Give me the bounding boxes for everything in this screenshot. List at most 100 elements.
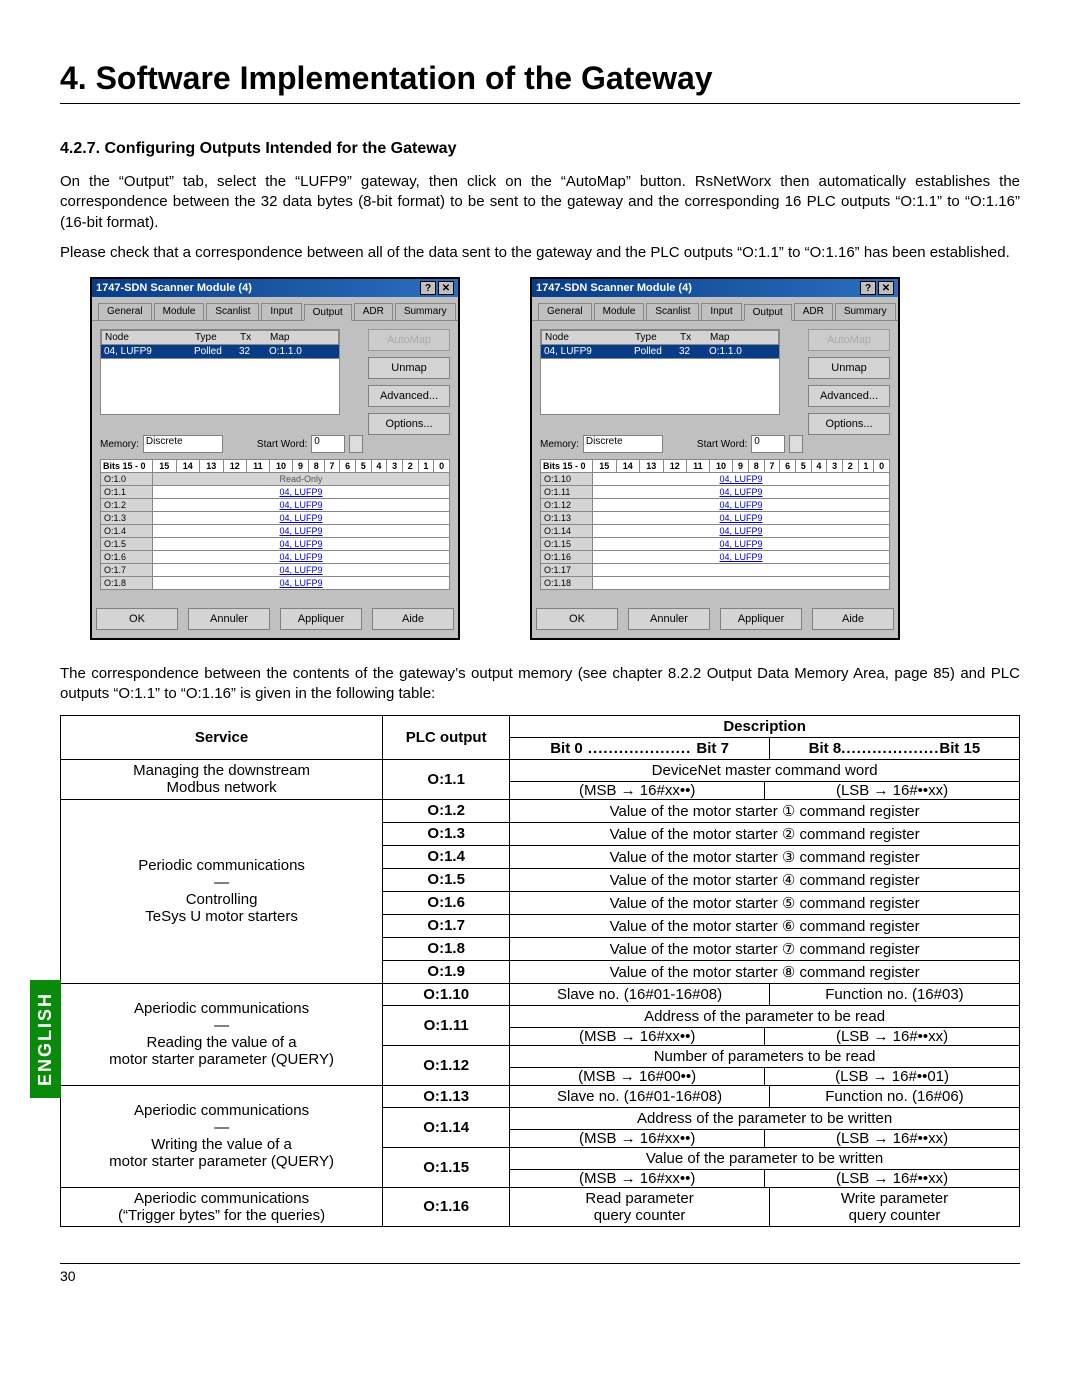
- device-row[interactable]: 04, LUFP9Polled32O:1.1.0: [101, 345, 339, 359]
- desc-cell: Value of the motor starter ⑧ command reg…: [510, 960, 1020, 983]
- mem-addr: O:1.1: [101, 486, 153, 499]
- desc-cell: Value of the motor starter ④ command reg…: [510, 868, 1020, 891]
- mem-value: 04, LUFP9: [593, 473, 890, 486]
- options-button[interactable]: Options...: [368, 413, 450, 435]
- plc-cell: O:1.6: [383, 891, 510, 914]
- tab-scanlist[interactable]: Scanlist: [206, 303, 259, 320]
- tab-adr[interactable]: ADR: [354, 303, 393, 320]
- mem-value: 04, LUFP9: [593, 486, 890, 499]
- apply-button[interactable]: Appliquer: [280, 608, 362, 630]
- service-cell: Managing the downstreamModbus network: [61, 759, 383, 799]
- startword-input[interactable]: 0: [751, 435, 785, 453]
- tabs-bar: GeneralModuleScanlistInputOutputADRSumma…: [92, 297, 458, 321]
- mem-addr: O:1.13: [541, 512, 593, 525]
- plc-cell: O:1.2: [383, 799, 510, 822]
- tab-general[interactable]: General: [538, 303, 592, 320]
- memory-select[interactable]: Discrete: [583, 435, 663, 453]
- dialogs-row: 1747-SDN Scanner Module (4) ? ✕ GeneralM…: [90, 277, 1020, 640]
- mem-value: Read-Only: [153, 473, 450, 486]
- advanced-button[interactable]: Advanced...: [808, 385, 890, 407]
- mem-value: 04, LUFP9: [153, 486, 450, 499]
- tab-summary[interactable]: Summary: [395, 303, 456, 320]
- memory-select[interactable]: Discrete: [143, 435, 223, 453]
- mem-value: [593, 564, 890, 577]
- service-cell: Aperiodic communications—Reading the val…: [61, 983, 383, 1085]
- mem-value: 04, LUFP9: [593, 499, 890, 512]
- unmap-button[interactable]: Unmap: [808, 357, 890, 379]
- advanced-button[interactable]: Advanced...: [368, 385, 450, 407]
- options-button[interactable]: Options...: [808, 413, 890, 435]
- device-list[interactable]: NodeTypeTxMap 04, LUFP9Polled32O:1.1.0: [540, 329, 780, 415]
- desc-cell: Read parameterquery counter: [510, 1187, 770, 1226]
- ok-button[interactable]: OK: [536, 608, 618, 630]
- tab-module[interactable]: Module: [154, 303, 205, 320]
- tab-scanlist[interactable]: Scanlist: [646, 303, 699, 320]
- device-row[interactable]: 04, LUFP9Polled32O:1.1.0: [541, 345, 779, 359]
- tab-module[interactable]: Module: [594, 303, 645, 320]
- plc-cell: O:1.7: [383, 914, 510, 937]
- paragraph-1: On the “Output” tab, select the “LUFP9” …: [60, 172, 1020, 233]
- ok-button[interactable]: OK: [96, 608, 178, 630]
- device-list[interactable]: NodeTypeTxMap 04, LUFP9Polled32O:1.1.0: [100, 329, 340, 415]
- memory-label: Memory:: [540, 439, 579, 450]
- language-tab: ENGLISH: [30, 980, 61, 1098]
- startword-input[interactable]: 0: [311, 435, 345, 453]
- dialog-left: 1747-SDN Scanner Module (4) ? ✕ GeneralM…: [90, 277, 460, 640]
- tab-general[interactable]: General: [98, 303, 152, 320]
- bit15-label: Bit 15: [939, 740, 980, 757]
- col-description: Description: [510, 715, 1020, 737]
- cancel-button[interactable]: Annuler: [188, 608, 270, 630]
- tab-output[interactable]: Output: [744, 304, 792, 321]
- bits-table: Bits 15 - 01514131211109876543210 O:1.10…: [540, 459, 890, 590]
- automap-button[interactable]: AutoMap: [808, 329, 890, 351]
- help-button[interactable]: Aide: [372, 608, 454, 630]
- tab-output[interactable]: Output: [304, 304, 352, 321]
- service-cell: Periodic communications—ControllingTeSys…: [61, 799, 383, 983]
- bits-table: Bits 15 - 01514131211109876543210 O:1.0R…: [100, 459, 450, 590]
- titlebar: 1747-SDN Scanner Module (4) ? ✕: [92, 279, 458, 297]
- close-icon[interactable]: ✕: [438, 281, 454, 295]
- startword-spinner[interactable]: [349, 435, 363, 453]
- mem-value: 04, LUFP9: [153, 525, 450, 538]
- mem-addr: O:1.10: [541, 473, 593, 486]
- tab-input[interactable]: Input: [701, 303, 741, 320]
- mem-value: 04, LUFP9: [153, 538, 450, 551]
- startword-spinner[interactable]: [789, 435, 803, 453]
- cancel-button[interactable]: Annuler: [628, 608, 710, 630]
- paragraph-3: The correspondence between the contents …: [60, 664, 1020, 705]
- col-bits-high: Bit 8...................Bit 15: [769, 737, 1019, 759]
- close-icon[interactable]: ✕: [878, 281, 894, 295]
- desc-cell: Slave no. (16#01-16#08): [510, 1085, 770, 1107]
- page-number: 30: [60, 1263, 1020, 1284]
- desc-cell: Value of the motor starter ⑦ command reg…: [510, 937, 1020, 960]
- startword-label: Start Word:: [257, 439, 307, 450]
- tab-summary[interactable]: Summary: [835, 303, 896, 320]
- plc-cell: O:1.4: [383, 845, 510, 868]
- unmap-button[interactable]: Unmap: [368, 357, 450, 379]
- mem-addr: O:1.8: [101, 577, 153, 590]
- automap-button[interactable]: AutoMap: [368, 329, 450, 351]
- output-mapping-table: Service PLC output Description Bit 0 ...…: [60, 715, 1020, 1227]
- desc-cell: Value of the motor starter ⑤ command reg…: [510, 891, 1020, 914]
- dialog-right: 1747-SDN Scanner Module (4) ? ✕ GeneralM…: [530, 277, 900, 640]
- bit0-label: Bit 0: [550, 740, 583, 757]
- tab-adr[interactable]: ADR: [794, 303, 833, 320]
- mem-value: 04, LUFP9: [593, 538, 890, 551]
- mem-value: 04, LUFP9: [593, 512, 890, 525]
- apply-button[interactable]: Appliquer: [720, 608, 802, 630]
- col-plc: PLC output: [383, 715, 510, 759]
- mem-addr: O:1.3: [101, 512, 153, 525]
- help-icon[interactable]: ?: [420, 281, 436, 295]
- plc-cell: O:1.1: [383, 759, 510, 799]
- desc-cell: Slave no. (16#01-16#08): [510, 983, 770, 1005]
- plc-cell: O:1.10: [383, 983, 510, 1005]
- help-icon[interactable]: ?: [860, 281, 876, 295]
- desc-cell: Function no. (16#03): [769, 983, 1019, 1005]
- desc-cell: Write parameterquery counter: [769, 1187, 1019, 1226]
- tab-input[interactable]: Input: [261, 303, 301, 320]
- help-button[interactable]: Aide: [812, 608, 894, 630]
- mem-value: 04, LUFP9: [153, 564, 450, 577]
- bit8-label: Bit 8: [809, 740, 842, 757]
- mem-addr: O:1.14: [541, 525, 593, 538]
- desc-cell: Value of the parameter to be written(MSB…: [510, 1147, 1020, 1187]
